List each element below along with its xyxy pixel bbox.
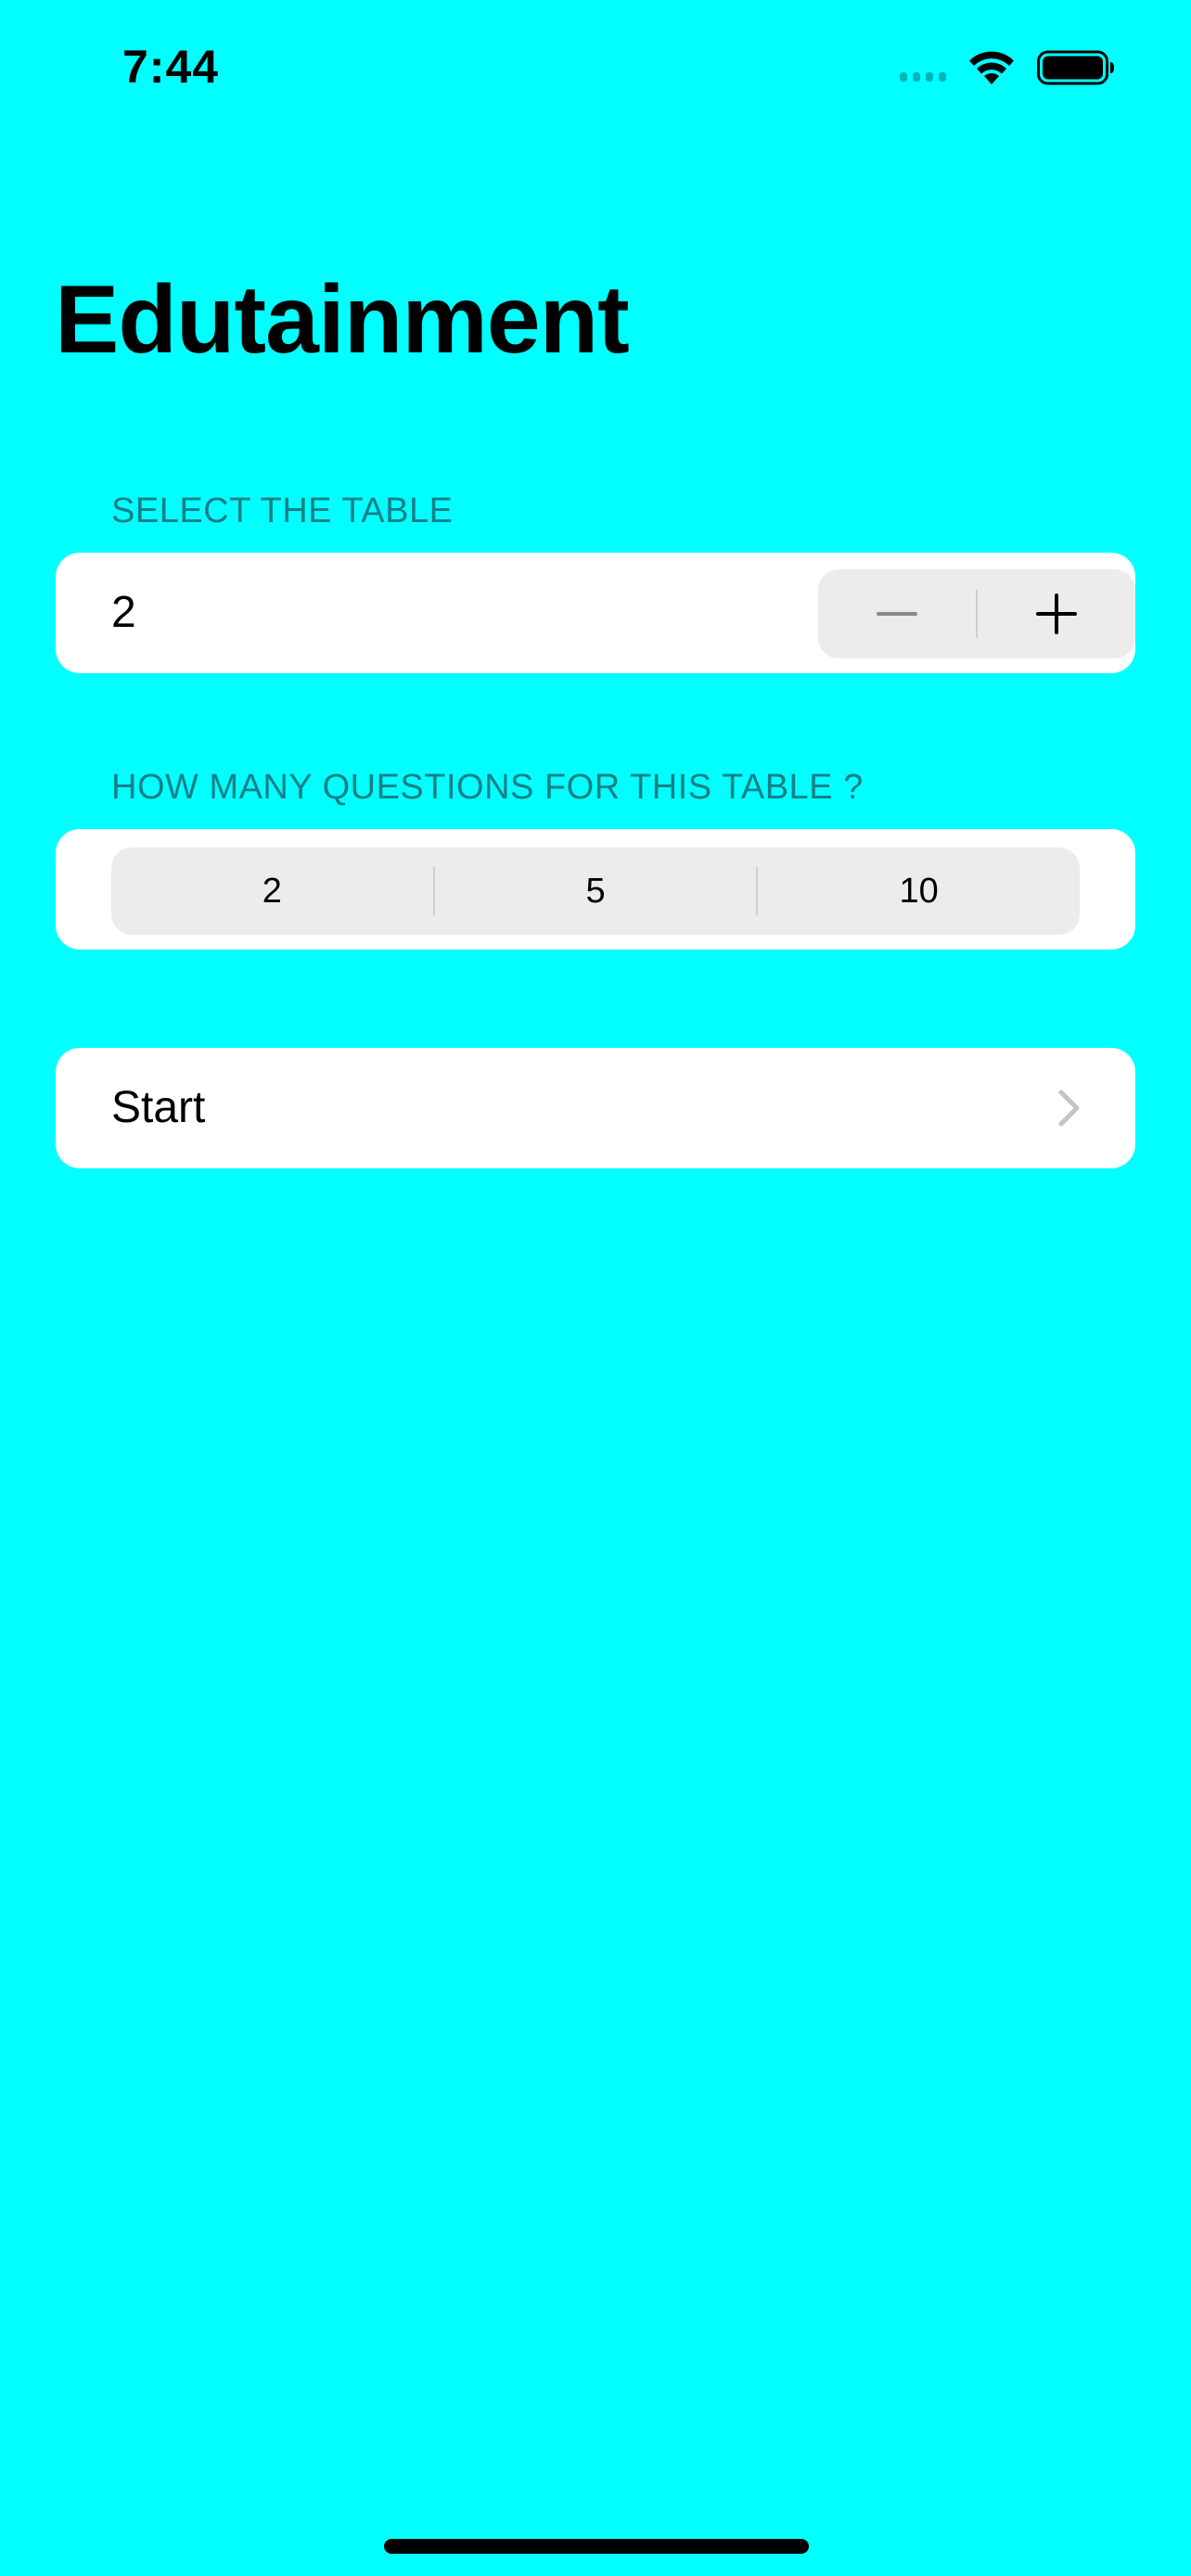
table-stepper-row: 2 xyxy=(56,553,1135,673)
page-title: Edutainment xyxy=(55,266,630,374)
status-time: 7:44 xyxy=(122,41,220,93)
start-label: Start xyxy=(111,1083,206,1132)
table-value: 2 xyxy=(111,588,136,637)
increment-button[interactable] xyxy=(978,569,1135,658)
table-stepper xyxy=(818,569,1135,658)
questions-segmented-control: 2 5 10 xyxy=(111,848,1080,935)
segment-option[interactable]: 5 xyxy=(435,848,757,935)
segment-option[interactable]: 10 xyxy=(758,848,1080,935)
plus-icon xyxy=(1036,593,1077,634)
minus-icon xyxy=(877,612,917,616)
select-table-header: SELECT THE TABLE xyxy=(111,491,454,530)
cellular-signal-icon xyxy=(900,69,946,82)
start-row[interactable]: Start xyxy=(56,1048,1135,1168)
segment-option[interactable]: 2 xyxy=(111,848,433,935)
questions-picker-row: 2 5 10 xyxy=(56,829,1135,950)
wifi-icon xyxy=(969,51,1014,84)
battery-icon xyxy=(1037,50,1114,85)
home-indicator xyxy=(384,2539,809,2554)
questions-header: HOW MANY QUESTIONS FOR THIS TABLE ? xyxy=(111,768,864,807)
chevron-right-icon xyxy=(1058,1090,1080,1127)
decrement-button[interactable] xyxy=(818,569,976,658)
status-icons xyxy=(900,45,1115,91)
